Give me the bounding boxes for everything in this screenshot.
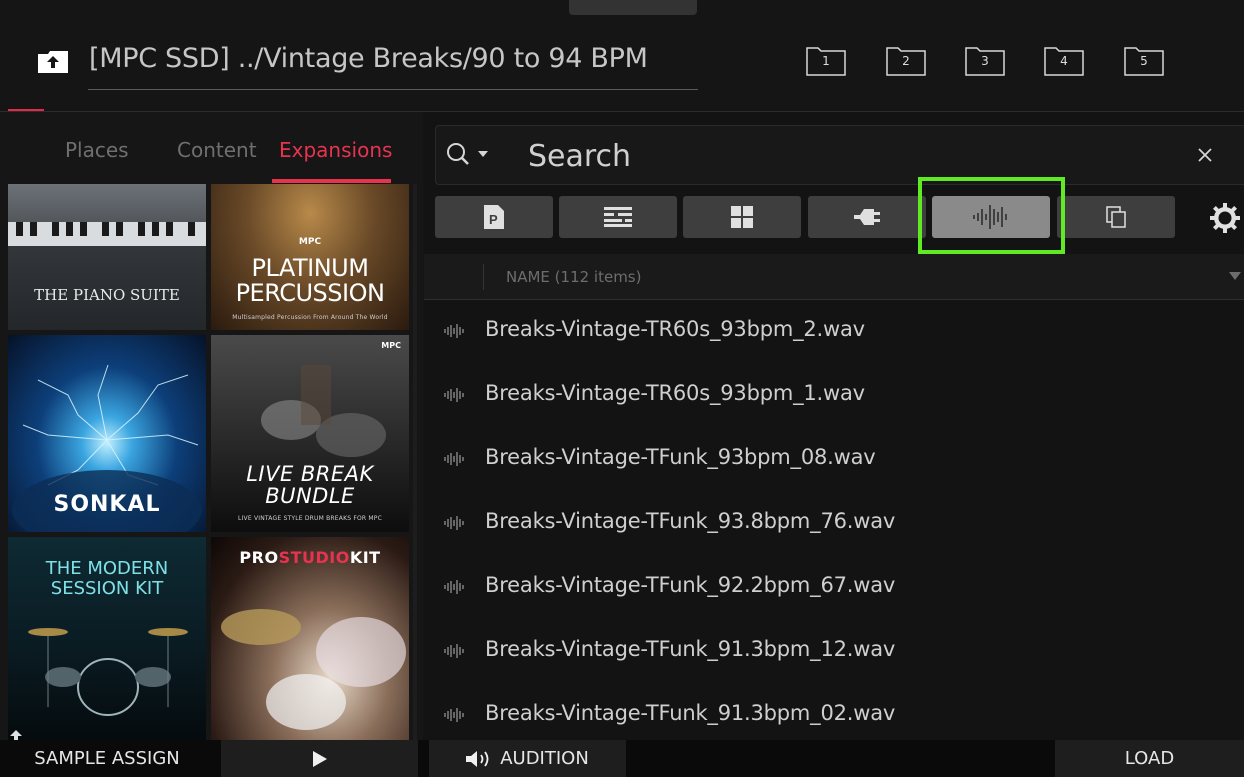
window-handle[interactable]: [569, 0, 697, 15]
mpc-logo: MPC: [298, 237, 322, 247]
load-label: LOAD: [1124, 748, 1175, 769]
file-name: Breaks-Vintage-TFunk_91.3bpm_12.wav: [485, 637, 896, 661]
folder-slot-label: 4: [1060, 54, 1068, 68]
expansion-title: LIVE BREAK BUNDLE: [246, 462, 374, 508]
expansion-tile-piano-suite[interactable]: THE PIANO SUITE: [8, 184, 206, 330]
search-icon[interactable]: [446, 142, 472, 168]
sort-down-icon[interactable]: [1229, 272, 1241, 280]
expansion-title: THE PIANO SUITE: [34, 286, 180, 304]
folder-slot-5[interactable]: 5: [1124, 46, 1164, 76]
drum-kit-art: [28, 628, 188, 716]
expansion-tile-live-break-bundle[interactable]: MPC LIVE BREAK BUNDLE LIVE VINTAGE STYLE…: [211, 335, 409, 532]
audio-file-icon: [444, 644, 464, 658]
folder-up-icon[interactable]: [38, 51, 68, 73]
expansion-title: PLATINUM PERCUSSION: [235, 254, 385, 307]
file-list: Breaks-Vintage-TR60s_93bpm_2.wav Breaks-…: [424, 300, 1244, 740]
column-divider: [483, 264, 484, 290]
file-name: Breaks-Vintage-TFunk_93.8bpm_76.wav: [485, 509, 896, 533]
search-input[interactable]: [526, 136, 1126, 176]
active-tab-underline: [272, 179, 391, 183]
expansion-subtitle: LIVE VINTAGE STYLE DRUM BREAKS FOR MPC: [238, 515, 382, 522]
program-icon: P: [484, 205, 504, 229]
expansion-tile-modern-session-kit[interactable]: THE MODERN SESSION KIT: [8, 537, 206, 740]
filter-programs-button[interactable]: P: [435, 196, 553, 238]
copy-icon: [1106, 206, 1126, 228]
filter-plugins-button[interactable]: [808, 196, 926, 238]
piano-keys-art: [8, 222, 206, 330]
file-row[interactable]: Breaks-Vintage-TFunk_91.3bpm_12.wav: [424, 620, 1244, 684]
gear-icon[interactable]: [1209, 202, 1241, 234]
file-name: Breaks-Vintage-TR60s_93bpm_2.wav: [485, 317, 865, 341]
filter-kits-button[interactable]: [683, 196, 801, 238]
chevron-down-icon[interactable]: [478, 151, 488, 157]
browser-header: [MPC SSD] ../Vintage Breaks/90 to 94 BPM…: [0, 0, 1244, 112]
folder-slot-label: 3: [981, 54, 989, 68]
folder-slot-label: 5: [1140, 54, 1148, 68]
name-column-header[interactable]: NAME (112 items): [506, 268, 641, 286]
svg-text:P: P: [489, 212, 498, 227]
file-name: Breaks-Vintage-TFunk_91.3bpm_02.wav: [485, 701, 896, 725]
folder-slot-1[interactable]: 1: [806, 46, 846, 76]
folder-slot-label: 1: [822, 54, 830, 68]
speaker-icon: [466, 750, 489, 767]
load-button[interactable]: LOAD: [1055, 740, 1244, 777]
file-name: Breaks-Vintage-TFunk_93bpm_08.wav: [485, 445, 876, 469]
expansion-tile-sonkal[interactable]: SONKAL: [8, 335, 206, 532]
filter-sequences-button[interactable]: [559, 196, 677, 238]
expansions-grid: THE PIANO SUITE MPC PLATINUM PERCUSSION …: [8, 184, 411, 740]
shift-arrow-icon: [10, 730, 22, 740]
tab-places[interactable]: Places: [65, 138, 129, 162]
file-name: Breaks-Vintage-TR60s_93bpm_1.wav: [485, 381, 865, 405]
list-header[interactable]: NAME (112 items): [424, 254, 1244, 300]
selection-highlight: [918, 177, 1065, 254]
plugin-icon: [854, 209, 880, 225]
audio-file-icon: [444, 580, 464, 594]
expansions-panel: Places Content Expansions THE PIANO SUIT…: [0, 112, 423, 740]
pad-grid-icon: [731, 206, 753, 228]
file-row[interactable]: Breaks-Vintage-TFunk_93.8bpm_76.wav: [424, 492, 1244, 556]
sample-assign-button[interactable]: SAMPLE ASSIGN: [0, 740, 214, 777]
expansion-subtitle: Multisampled Percussion From Around The …: [232, 314, 388, 321]
audio-file-icon: [444, 516, 464, 530]
sequence-icon: [604, 207, 632, 227]
folder-slot-label: 2: [902, 54, 910, 68]
audition-button[interactable]: AUDITION: [429, 740, 626, 777]
tab-content[interactable]: Content: [177, 138, 257, 162]
cymbals-art: [221, 609, 406, 730]
folder-slot-2[interactable]: 2: [886, 46, 926, 76]
sample-assign-label: SAMPLE ASSIGN: [34, 748, 180, 769]
audition-label: AUDITION: [500, 748, 589, 769]
file-row[interactable]: Breaks-Vintage-TFunk_91.3bpm_02.wav: [424, 684, 1244, 740]
audio-file-icon: [444, 324, 464, 338]
folder-slot-3[interactable]: 3: [965, 46, 1005, 76]
expansion-tile-platinum-percussion[interactable]: MPC PLATINUM PERCUSSION Multisampled Per…: [211, 184, 409, 330]
tab-expansions[interactable]: Expansions: [279, 138, 392, 162]
file-name: Breaks-Vintage-TFunk_92.2bpm_67.wav: [485, 573, 896, 597]
search-bar: [435, 125, 1244, 185]
panel-scrollbar[interactable]: [413, 184, 417, 740]
folder-slot-4[interactable]: 4: [1044, 46, 1084, 76]
play-icon: [312, 750, 327, 767]
current-path: [MPC SSD] ../Vintage Breaks/90 to 94 BPM: [89, 43, 648, 74]
close-icon[interactable]: [1194, 144, 1216, 166]
file-row[interactable]: Breaks-Vintage-TFunk_92.2bpm_67.wav: [424, 556, 1244, 620]
audio-file-icon: [444, 388, 464, 402]
path-row: [MPC SSD] ../Vintage Breaks/90 to 94 BPM: [0, 36, 700, 92]
path-underline: [88, 89, 698, 90]
file-row[interactable]: Breaks-Vintage-TR60s_93bpm_2.wav: [424, 300, 1244, 364]
filter-projects-button[interactable]: [1057, 196, 1175, 238]
expansion-tile-pro-studio-kit[interactable]: PROSTUDIOKIT: [211, 537, 409, 740]
file-row[interactable]: Breaks-Vintage-TR60s_93bpm_1.wav: [424, 364, 1244, 428]
expansion-title: SONKAL: [53, 492, 161, 517]
audio-file-icon: [444, 708, 464, 722]
play-button[interactable]: [221, 740, 418, 777]
mpc-logo: MPC: [381, 341, 401, 350]
file-browser: P: [424, 112, 1244, 740]
browser-tabs: Places Content Expansions: [0, 112, 423, 184]
file-row[interactable]: Breaks-Vintage-TFunk_93bpm_08.wav: [424, 428, 1244, 492]
audio-file-icon: [444, 452, 464, 466]
bottom-toolbar: SAMPLE ASSIGN AUDITION LOAD: [0, 730, 1244, 777]
